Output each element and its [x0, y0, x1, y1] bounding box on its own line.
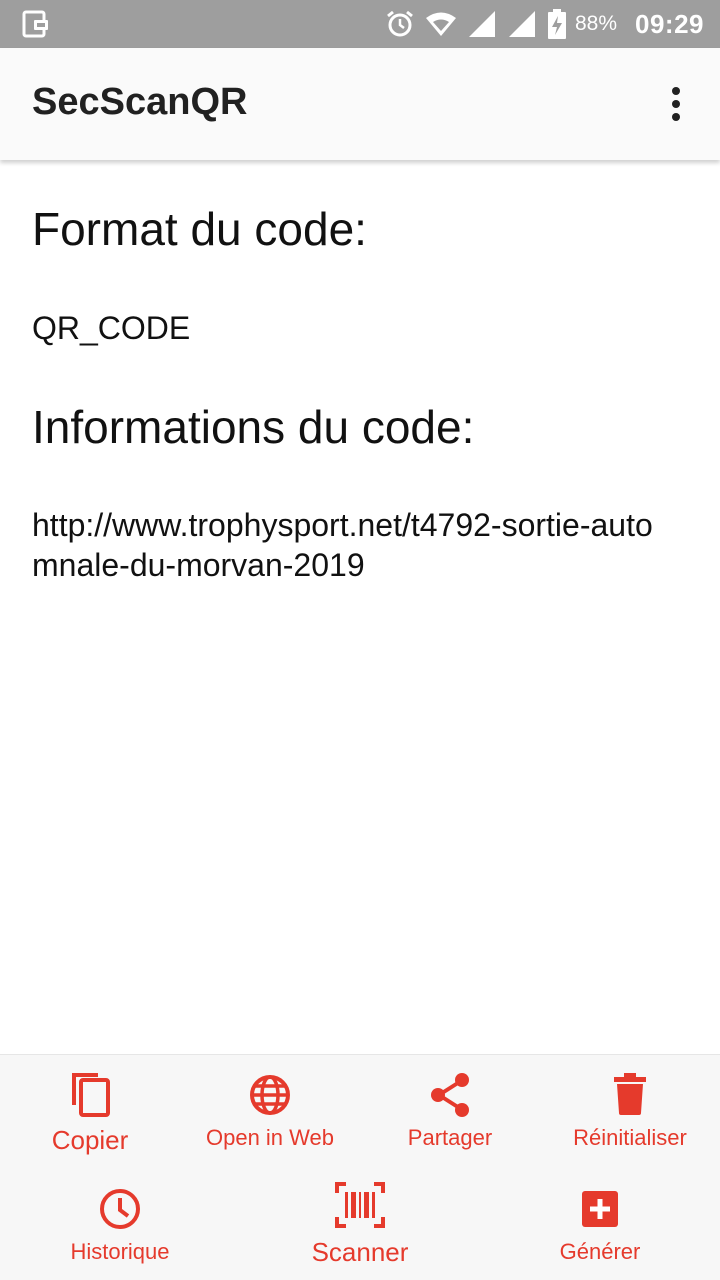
copy-icon	[72, 1073, 110, 1117]
screenshot-icon	[22, 10, 52, 43]
history-label: Historique	[70, 1239, 170, 1264]
share-button[interactable]: Partager	[380, 1067, 520, 1151]
info-heading: Informations du code:	[32, 401, 475, 453]
info-value[interactable]: http://www.trophysport.net/t4792-sortie-…	[32, 505, 672, 585]
clock: 09:29	[635, 8, 704, 39]
bottom-action-bar: Copier Open in Web Partager Réinitialise…	[0, 1054, 720, 1280]
alarm-icon	[385, 9, 415, 39]
share-icon	[431, 1073, 469, 1117]
clock-icon	[100, 1189, 140, 1229]
reset-button[interactable]: Réinitialiser	[550, 1067, 710, 1151]
barcode-scan-icon	[335, 1182, 385, 1228]
open-in-web-button[interactable]: Open in Web	[190, 1067, 350, 1151]
generate-label: Générer	[559, 1239, 641, 1264]
app-title: SecScanQR	[32, 81, 248, 123]
history-button[interactable]: Historique	[50, 1183, 190, 1265]
battery-charging-icon	[547, 9, 567, 39]
scan-button[interactable]: Scanner	[290, 1179, 430, 1268]
signal-icon	[507, 10, 537, 38]
battery-percentage: 88%	[574, 12, 617, 35]
wifi-icon	[425, 11, 457, 37]
copy-label: Copier	[51, 1125, 129, 1155]
reset-label: Réinitialiser	[573, 1125, 687, 1150]
format-value: QR_CODE	[32, 310, 191, 346]
signal-icon	[467, 10, 497, 38]
status-bar: 88% 09:29	[0, 0, 720, 48]
more-vert-icon[interactable]	[658, 84, 694, 124]
format-heading: Format du code:	[32, 203, 367, 255]
add-box-icon	[582, 1191, 618, 1227]
app-bar: SecScanQR	[0, 48, 720, 160]
scan-label: Scanner	[311, 1237, 409, 1267]
share-label: Partager	[407, 1125, 493, 1150]
copy-button[interactable]: Copier	[30, 1067, 150, 1156]
trash-icon	[614, 1073, 646, 1115]
open-in-web-label: Open in Web	[205, 1125, 334, 1150]
globe-icon	[250, 1075, 290, 1115]
generate-button[interactable]: Générer	[530, 1183, 670, 1265]
